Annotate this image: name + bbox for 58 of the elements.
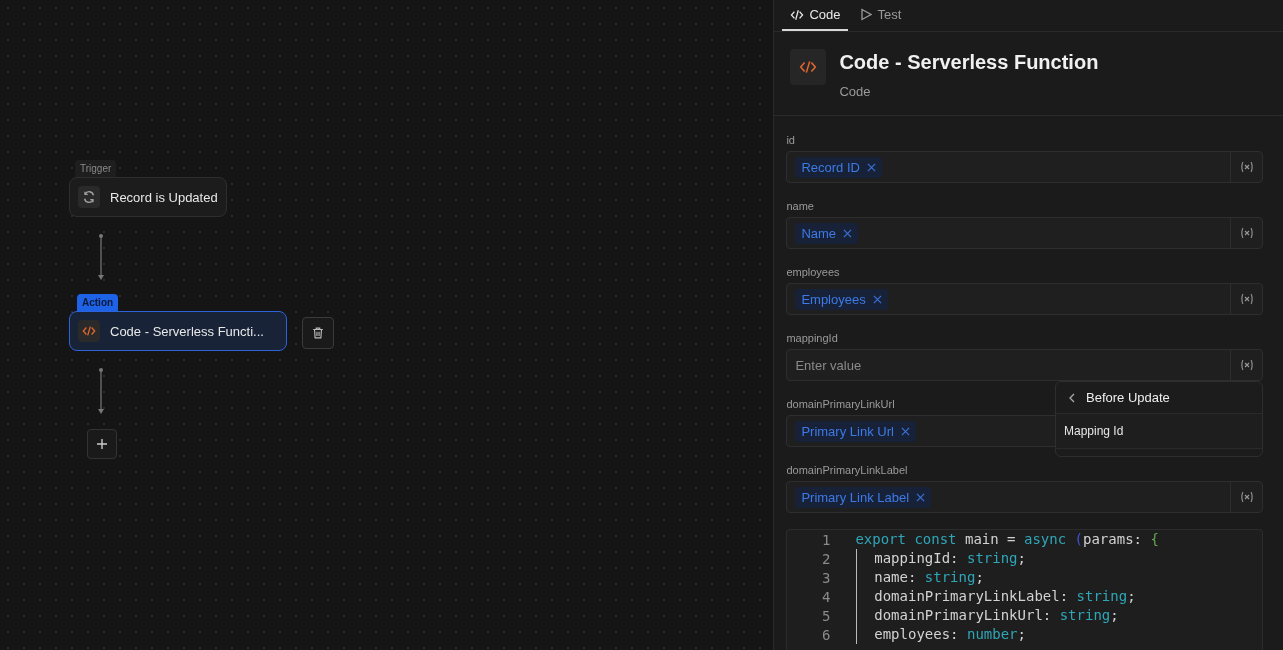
code-icon xyxy=(78,320,100,342)
field-label: id xyxy=(786,134,795,146)
line-number: 4 xyxy=(820,588,832,605)
input-field[interactable]: Employees xyxy=(786,283,1263,315)
code-line: mappingId: string; xyxy=(856,549,1026,568)
variable-icon xyxy=(1239,293,1254,305)
code-line: domainPrimaryLinkUrl: string; xyxy=(856,606,1119,625)
line-number: 3 xyxy=(820,569,832,586)
code-editor[interactable]: 1 export const main = async (params: { 2 mappingId: string; 3 name: string; 4 domainPrimaryLinkLabel: string; 5 domainPrimaryLinkUrl: string; 6 employees: number; xyxy=(786,529,1263,650)
remove-icon[interactable] xyxy=(843,228,853,238)
code-line: export const main = async (params: { xyxy=(855,530,1159,549)
variable-icon xyxy=(1239,161,1254,173)
node-type-badge: Action xyxy=(77,294,119,311)
input-field[interactable]: Enter value xyxy=(786,349,1263,381)
field-label: mappingId xyxy=(786,332,838,344)
variable-icon xyxy=(1239,491,1254,503)
field-label: name xyxy=(786,200,814,212)
line-number: 2 xyxy=(820,550,832,567)
line-number: 1 xyxy=(820,531,832,548)
step-subtitle: Code xyxy=(839,84,872,99)
tab[interactable]: Test xyxy=(852,0,910,31)
remove-icon[interactable] xyxy=(916,492,926,502)
delete-button[interactable] xyxy=(302,317,334,349)
line-number: 5 xyxy=(820,607,832,624)
code-line: employees: number; xyxy=(856,625,1026,644)
input-field[interactable]: Name xyxy=(786,217,1263,249)
refresh-icon xyxy=(78,186,100,208)
variable-chip: Record ID xyxy=(795,156,882,178)
chevron-left-icon xyxy=(1068,392,1076,403)
code-icon xyxy=(790,49,827,85)
line-number: 6 xyxy=(820,626,832,643)
variable-chip: Name xyxy=(795,222,859,244)
code-line: domainPrimaryLinkLabel: string; xyxy=(856,587,1136,606)
variable-dropdown[interactable]: Before Update Mapping Id xyxy=(1055,381,1263,457)
input-field[interactable]: Primary Link Label xyxy=(786,481,1263,513)
variable-icon xyxy=(1239,359,1254,371)
step-title: Code - Serverless Function xyxy=(839,51,1099,74)
remove-icon[interactable] xyxy=(900,426,910,436)
code-icon xyxy=(790,8,805,21)
field-label: domainPrimaryLinkUrl xyxy=(786,398,895,410)
remove-icon[interactable] xyxy=(866,162,876,172)
trash-icon xyxy=(311,326,325,340)
workflow-node[interactable]: Code - Serverless Functi... xyxy=(69,311,287,351)
plus-icon xyxy=(96,438,108,450)
field-label: domainPrimaryLinkLabel xyxy=(786,464,908,476)
code-line: name: string; xyxy=(856,568,984,587)
tab[interactable]: Code xyxy=(782,0,849,31)
node-type-badge: Trigger xyxy=(75,160,117,177)
variable-chip: Primary Link Label xyxy=(795,486,932,508)
workflow-node[interactable]: Record is Updated xyxy=(69,177,227,217)
variable-chip: Employees xyxy=(795,288,888,310)
variable-icon xyxy=(1239,227,1254,239)
play-icon xyxy=(860,8,873,21)
remove-icon[interactable] xyxy=(872,294,882,304)
add-step-button[interactable] xyxy=(87,429,117,459)
input-field[interactable]: Record ID xyxy=(786,151,1263,183)
field-label: employees xyxy=(786,266,840,278)
variable-chip: Primary Link Url xyxy=(795,420,916,442)
